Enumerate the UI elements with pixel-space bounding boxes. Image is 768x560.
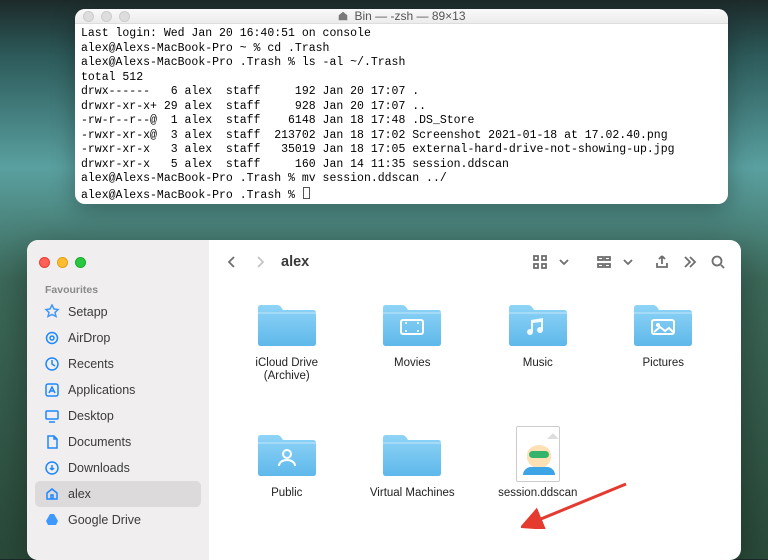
terminal-line: alex@Alexs-MacBook-Pro .Trash % ls -al ~… [81, 56, 722, 71]
sidebar-item-downloads[interactable]: Downloads [35, 455, 201, 481]
terminal-line: -rwxr-xr-x 3 alex staff 35019 Jan 18 17:… [81, 143, 722, 158]
finder-toolbar: alex [209, 240, 741, 284]
recents-icon [43, 356, 60, 373]
finder-window: Favourites Setapp AirDrop Recents Applicati… [27, 240, 741, 560]
file-name: Music [523, 357, 553, 370]
terminal-line: alex@Alexs-MacBook-Pro ~ % cd .Trash [81, 42, 722, 57]
view-chevron-icon[interactable] [553, 250, 575, 274]
path-title: alex [281, 254, 309, 270]
finder-main: alex iCloud Drive (Archive) Movies Music Pi… [209, 240, 741, 560]
file-name: Pictures [642, 357, 684, 370]
documents-icon [43, 434, 60, 451]
sidebar-item-label: alex [68, 487, 193, 501]
sidebar-item-recents[interactable]: Recents [35, 351, 201, 377]
terminal-title: Bin — -zsh — 89×13 [337, 9, 465, 23]
folder-icon [253, 296, 321, 352]
setapp-icon [43, 304, 60, 321]
folder-icon [378, 426, 446, 482]
back-button[interactable] [221, 250, 243, 274]
finder-sidebar: Favourites Setapp AirDrop Recents Applicati… [27, 240, 209, 560]
sidebar-item-label: Recents [68, 357, 193, 371]
sidebar-item-label: Google Drive [68, 513, 193, 527]
terminal-line: drwx------ 6 alex staff 192 Jan 20 17:07… [81, 85, 722, 100]
terminal-line: -rwxr-xr-x@ 3 alex staff 213702 Jan 18 1… [81, 129, 722, 144]
sidebar-item-applications[interactable]: Applications [35, 377, 201, 403]
airdrop-icon [43, 330, 60, 347]
terminal-line: -rw-r--r--@ 1 alex staff 6148 Jan 18 17:… [81, 114, 722, 129]
terminal-line: drwxr-xr-x 5 alex staff 160 Jan 14 11:35… [81, 158, 722, 173]
zoom-dot[interactable] [75, 257, 86, 268]
close-dot[interactable] [39, 257, 50, 268]
terminal-body[interactable]: Last login: Wed Jan 20 16:40:51 on conso… [75, 24, 728, 204]
file-item[interactable]: Movies [355, 296, 471, 416]
document-icon [504, 426, 572, 482]
file-item[interactable]: iCloud Drive (Archive) [229, 296, 345, 416]
terminal-title-text: Bin — -zsh — 89×13 [354, 9, 465, 23]
file-name: Virtual Machines [370, 487, 455, 500]
sidebar-item-airdrop[interactable]: AirDrop [35, 325, 201, 351]
sidebar-item-alex[interactable]: alex [35, 481, 201, 507]
terminal-line: alex@Alexs-MacBook-Pro .Trash % mv sessi… [81, 172, 722, 187]
terminal-line: alex@Alexs-MacBook-Pro .Trash % [81, 187, 722, 204]
file-name: session.ddscan [498, 487, 577, 500]
desktop-icon [43, 408, 60, 425]
terminal-line: drwxr-xr-x+ 29 alex staff 928 Jan 20 17:… [81, 100, 722, 115]
group-chevron-icon[interactable] [617, 250, 639, 274]
close-dot[interactable] [83, 11, 94, 22]
sidebar-item-setapp[interactable]: Setapp [35, 299, 201, 325]
home-icon [43, 486, 60, 503]
folder-pictures-icon [629, 296, 697, 352]
file-item[interactable]: Public [229, 426, 345, 546]
file-name: iCloud Drive (Archive) [232, 357, 342, 383]
terminal-line: total 512 [81, 71, 722, 86]
share-button[interactable] [651, 250, 673, 274]
apps-icon [43, 382, 60, 399]
finder-traffic-lights[interactable] [39, 257, 86, 268]
minimize-dot[interactable] [57, 257, 68, 268]
downloads-icon [43, 460, 60, 477]
sidebar-item-label: Setapp [68, 305, 193, 319]
forward-button[interactable] [249, 250, 271, 274]
group-button[interactable] [593, 250, 615, 274]
home-icon [337, 11, 349, 21]
view-icon-button[interactable] [529, 250, 551, 274]
sidebar-item-label: Desktop [68, 409, 193, 423]
file-name: Public [271, 487, 302, 500]
sidebar-item-label: Applications [68, 383, 193, 397]
minimize-dot[interactable] [101, 11, 112, 22]
gdrive-icon [43, 512, 60, 529]
folder-music-icon [504, 296, 572, 352]
file-item[interactable]: session.ddscan [480, 426, 596, 546]
sidebar-item-google-drive[interactable]: Google Drive [35, 507, 201, 533]
file-item[interactable]: Music [480, 296, 596, 416]
terminal-window: Bin — -zsh — 89×13 Last login: Wed Jan 2… [75, 9, 728, 204]
terminal-cursor [303, 187, 310, 199]
sidebar-item-label: Downloads [68, 461, 193, 475]
terminal-titlebar[interactable]: Bin — -zsh — 89×13 [75, 9, 728, 24]
terminal-line: Last login: Wed Jan 20 16:40:51 on conso… [81, 27, 722, 42]
more-button[interactable] [679, 250, 701, 274]
sidebar-item-label: Documents [68, 435, 193, 449]
folder-public-icon [253, 426, 321, 482]
sidebar-item-desktop[interactable]: Desktop [35, 403, 201, 429]
sidebar-item-label: AirDrop [68, 331, 193, 345]
file-item[interactable]: Pictures [606, 296, 722, 416]
file-name: Movies [394, 357, 430, 370]
search-button[interactable] [707, 250, 729, 274]
file-grid[interactable]: iCloud Drive (Archive) Movies Music Picture… [209, 284, 741, 560]
terminal-traffic-lights[interactable] [83, 11, 130, 22]
zoom-dot[interactable] [119, 11, 130, 22]
file-item[interactable]: Virtual Machines [355, 426, 471, 546]
folder-movies-icon [378, 296, 446, 352]
sidebar-item-documents[interactable]: Documents [35, 429, 201, 455]
sidebar-section-label: Favourites [27, 284, 209, 299]
